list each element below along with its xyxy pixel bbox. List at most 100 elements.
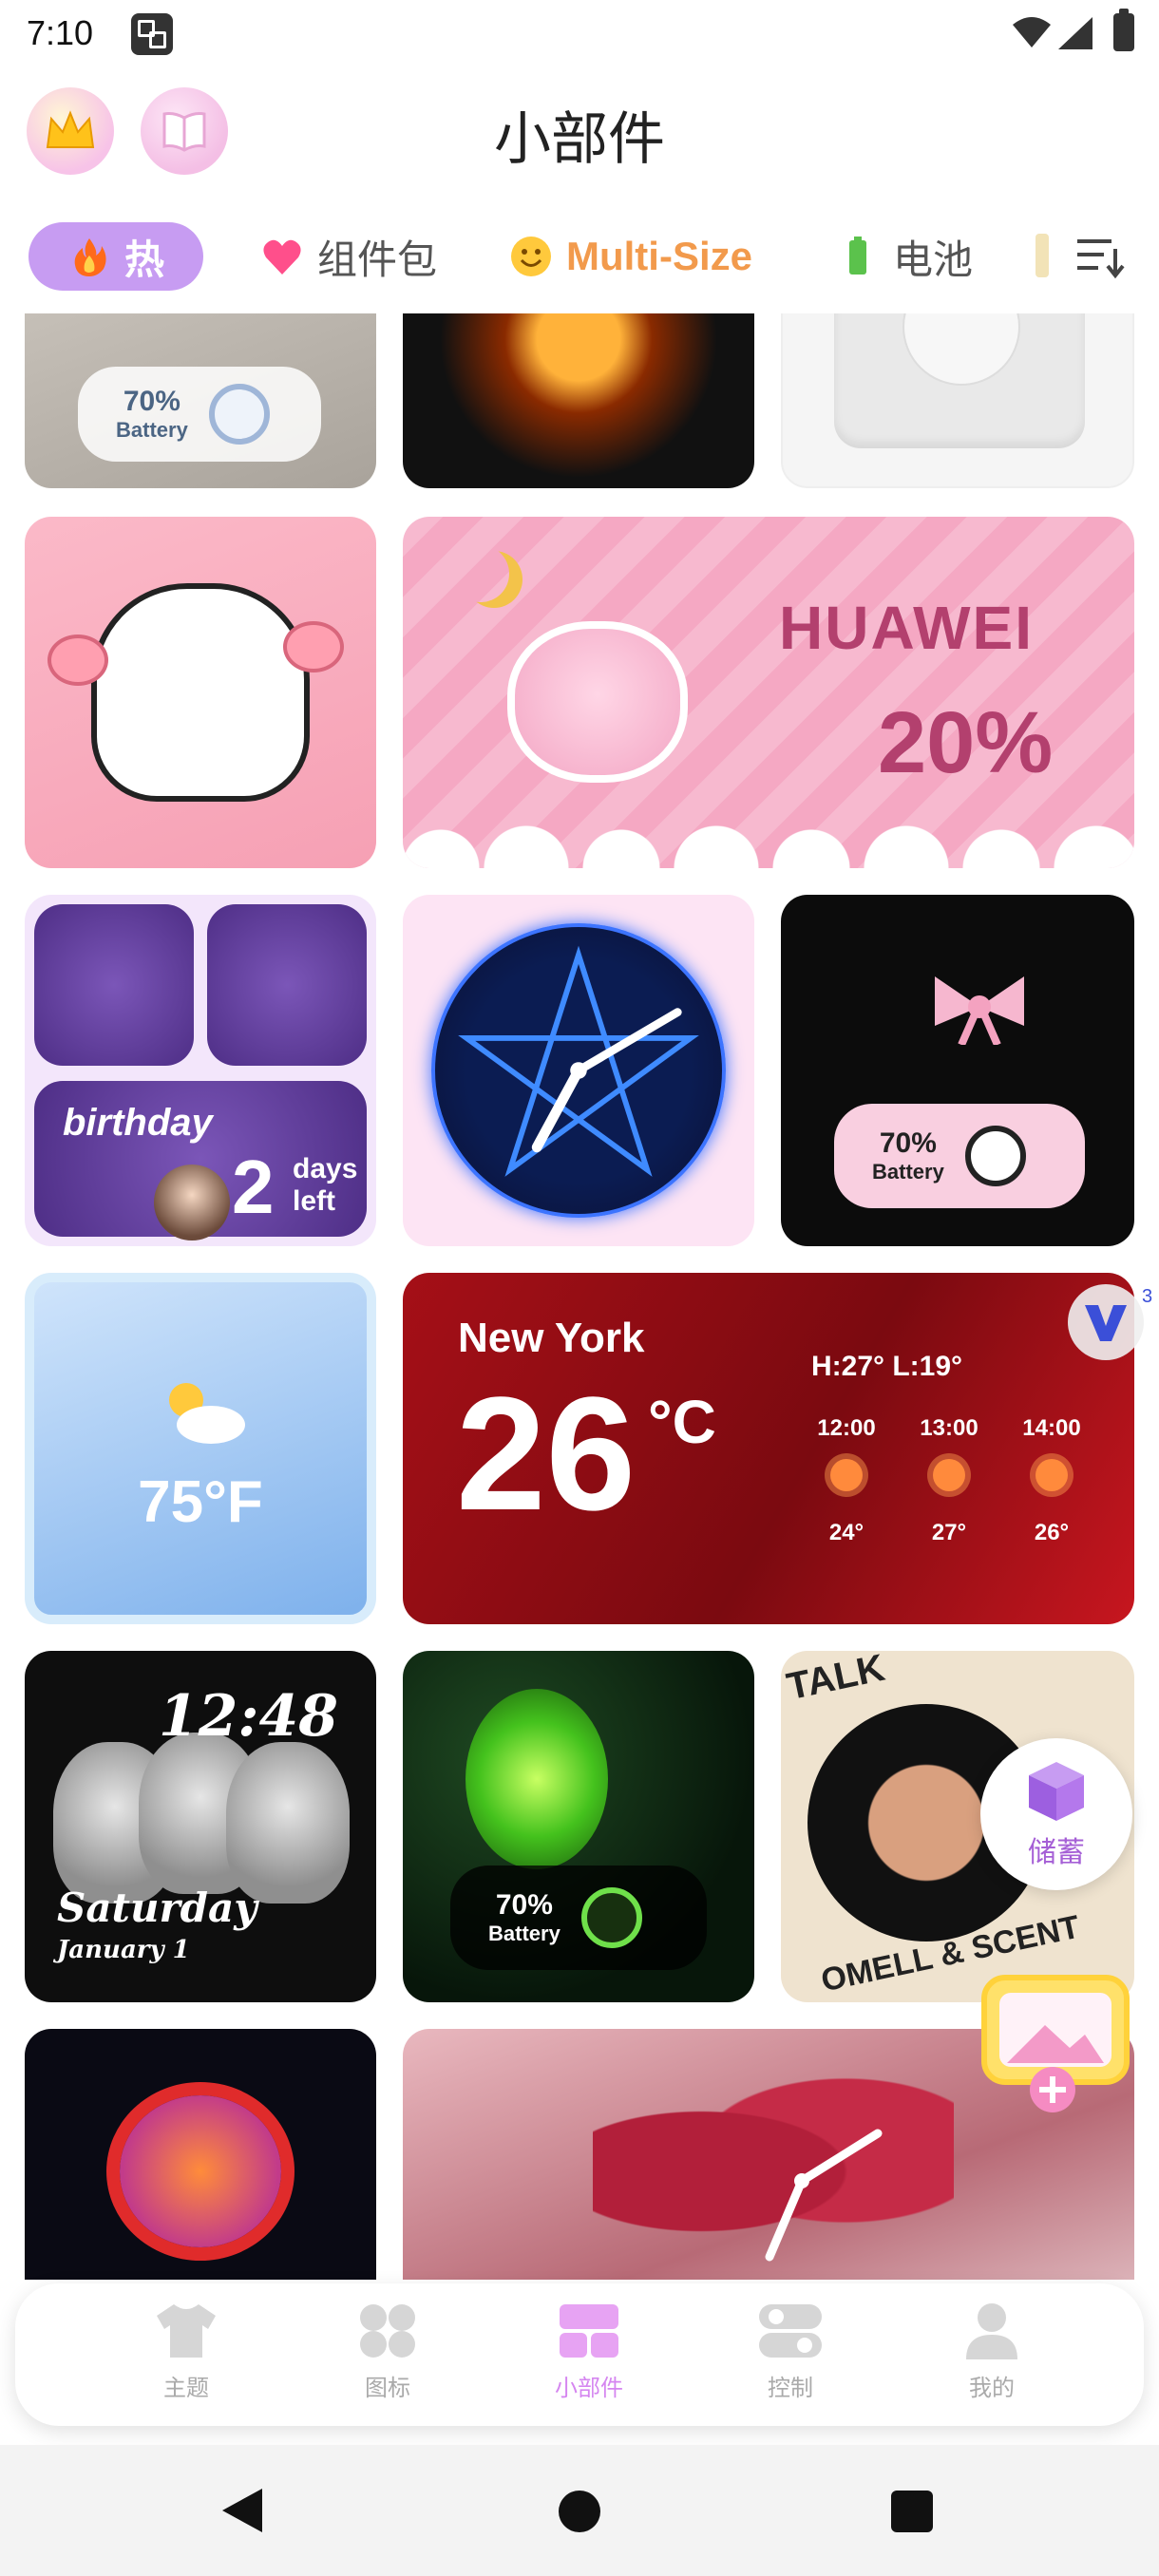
- clock-date: January 1: [57, 1936, 190, 1964]
- bow-ring-icon: [964, 1126, 1026, 1186]
- widget-card-skull-clock[interactable]: 12:48 Saturday January 1: [25, 1651, 376, 2002]
- widget-card-new-york-weather[interactable]: New York 26 °C H:27° L:19° 12:00 24° 13:…: [403, 1273, 1134, 1624]
- bunny-illustration: [91, 583, 310, 802]
- battery-icon: [1113, 9, 1134, 51]
- forecast-hour-time: 13:00: [920, 1415, 978, 1441]
- nav-widgets[interactable]: 小部件: [522, 2301, 656, 2415]
- portal-ring-icon: [580, 1887, 642, 1948]
- forecast-hour-temp: 26°: [1034, 1520, 1070, 1545]
- nav-themes[interactable]: 主题: [120, 2301, 253, 2415]
- shirt-icon: [157, 2304, 216, 2358]
- tab-overflow-hint: [1036, 234, 1049, 277]
- birthday-title: birthday: [63, 1102, 213, 1144]
- widgets-screen: 7:10 小部件 热 组件包 Multi-Size 电池 70% Battery…: [0, 0, 1159, 2576]
- grid-icon: [360, 2304, 415, 2358]
- smile-icon: [511, 237, 551, 276]
- widget-card-birthday[interactable]: birthday 2 days left: [25, 895, 376, 1246]
- clock-hands-icon: [765, 2129, 883, 2262]
- huawei-battery-percent: 20%: [878, 694, 1054, 791]
- widget-card-pentagram-clock[interactable]: [403, 895, 754, 1246]
- moon-icon: [452, 545, 509, 602]
- pentagram-clock-face: [431, 923, 726, 1218]
- tab-multi-size-label: Multi-Size: [566, 234, 752, 278]
- partly-cloudy-icon: [169, 1383, 245, 1444]
- nav-icons-label: 图标: [365, 2376, 410, 2401]
- battery-pill: 70% Battery: [450, 1866, 707, 1970]
- system-nav-bar: [0, 2445, 1159, 2576]
- knit-heart-tile: [207, 904, 367, 1066]
- sun-icon: [830, 1459, 863, 1491]
- battery-percent: 70%: [495, 1889, 553, 1921]
- tab-hot[interactable]: 热: [28, 222, 203, 291]
- fire-icon: [74, 238, 106, 276]
- sun-icon: [1036, 1459, 1068, 1491]
- ipod-wheel-icon: [834, 313, 1085, 448]
- weather-city: New York: [458, 1315, 645, 1361]
- v-assistant-button[interactable]: [1068, 1284, 1144, 1360]
- bottom-nav: 主题 图标 小部件 控制 我的: [15, 2283, 1144, 2426]
- paw-ring-icon: [208, 384, 270, 445]
- wifi-icon: [1013, 17, 1051, 47]
- tab-hot-label: 热: [124, 237, 164, 282]
- sort-icon[interactable]: [1070, 228, 1127, 285]
- nav-profile[interactable]: 我的: [925, 2301, 1058, 2415]
- v-logo-icon: [1085, 1305, 1127, 1341]
- tab-widget-pack-label: 组件包: [317, 237, 438, 282]
- battery-label: Battery: [488, 1922, 560, 1945]
- nav-profile-label: 我的: [969, 2376, 1015, 2401]
- widget-card-fire-clock[interactable]: [403, 313, 754, 488]
- green-portal-icon: [466, 1689, 608, 1869]
- battery-pill: 70% Battery: [834, 1104, 1085, 1208]
- add-image-button[interactable]: [978, 1972, 1130, 2114]
- forecast-hour-temp: 27°: [931, 1520, 967, 1545]
- nav-widgets-label: 小部件: [555, 2376, 623, 2401]
- home-icon[interactable]: [559, 2491, 600, 2532]
- huawei-brand: HUAWEI: [779, 594, 1034, 662]
- storage-button[interactable]: 储蓄: [980, 1738, 1132, 1890]
- widget-card-huawei-battery[interactable]: HUAWEI 20%: [403, 517, 1134, 868]
- widget-icon: [560, 2304, 618, 2358]
- widget-card-portal-battery[interactable]: 70% Battery: [403, 1651, 754, 2002]
- weather-current-temp: 26: [456, 1364, 636, 1544]
- pumpkin-icon: [120, 2095, 281, 2247]
- tab-multi-size[interactable]: Multi-Size: [509, 222, 752, 291]
- vinyl-top-text: TALK: [783, 1651, 889, 1709]
- widget-card-bunny[interactable]: [25, 517, 376, 868]
- back-icon[interactable]: [220, 2487, 264, 2534]
- qr-code-icon: [131, 13, 173, 55]
- heart-icon: [263, 239, 301, 275]
- widget-card-battery-doll[interactable]: 70% Battery: [25, 313, 376, 488]
- toggle-icon: [759, 2304, 822, 2358]
- signal-icon: [1058, 17, 1092, 49]
- category-tabs: 热 组件包 Multi-Size 电池: [0, 217, 1159, 298]
- battery-label: Battery: [116, 418, 188, 442]
- cube-icon: [1029, 1762, 1084, 1821]
- nav-icons[interactable]: 图标: [321, 2301, 454, 2415]
- forecast-hour-temp: 24°: [828, 1520, 864, 1545]
- clock-day: Saturday: [57, 1885, 257, 1931]
- person-icon: [966, 2303, 1017, 2359]
- widget-card-pumpkin[interactable]: [25, 2029, 376, 2280]
- cheek-left-icon: [48, 635, 108, 686]
- clock-time: 12:48: [158, 1683, 338, 1750]
- cloud-border: [403, 802, 1134, 868]
- nav-themes-label: 主题: [163, 2376, 209, 2401]
- battery-percent: 70%: [123, 386, 180, 417]
- widget-card-bow-battery[interactable]: 70% Battery: [781, 895, 1134, 1246]
- sun-icon: [933, 1459, 965, 1491]
- knit-bow-tile: [34, 904, 194, 1066]
- nav-control[interactable]: 控制: [724, 2301, 857, 2415]
- pink-bow-icon: [935, 976, 1024, 1045]
- widget-card-ipod[interactable]: [781, 313, 1134, 488]
- tab-battery[interactable]: 电池: [836, 222, 973, 291]
- tab-widget-pack[interactable]: 组件包: [260, 222, 437, 291]
- battery-percent: 70%: [879, 1127, 937, 1159]
- widget-card-weather-ice[interactable]: 75°F: [25, 1273, 376, 1624]
- v-badge-count: 3: [1142, 1286, 1153, 1307]
- cheek-right-icon: [283, 621, 344, 672]
- battery-label: Battery: [872, 1160, 944, 1184]
- days-left-label: days left: [293, 1153, 358, 1217]
- forecast-hour-time: 14:00: [1022, 1415, 1081, 1441]
- nav-control-label: 控制: [768, 2376, 813, 2401]
- recents-icon[interactable]: [891, 2491, 933, 2532]
